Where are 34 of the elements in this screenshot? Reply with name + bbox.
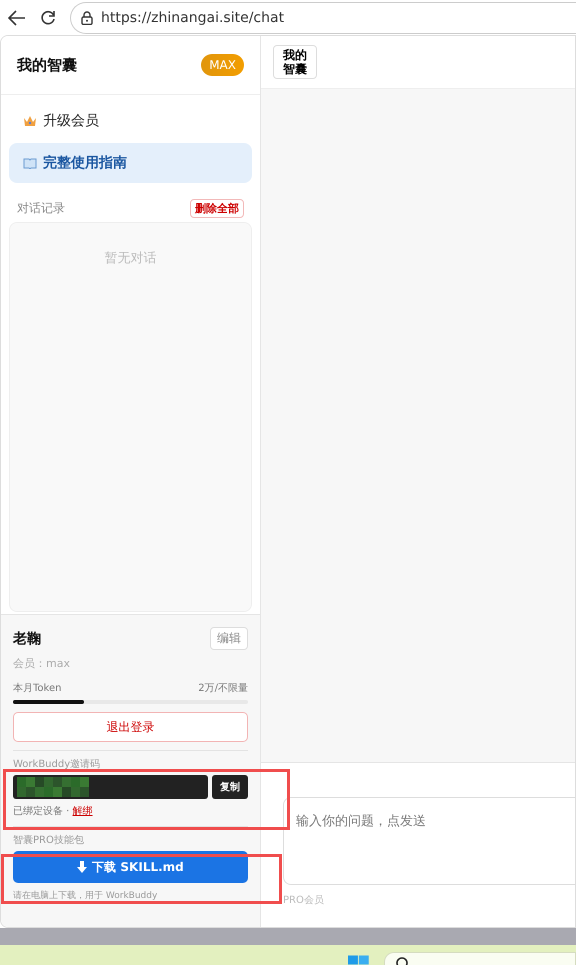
copy-button[interactable]: 复制 [212, 775, 248, 799]
back-icon[interactable] [8, 10, 26, 26]
download-button[interactable]: 下载 SKILL.md [13, 851, 248, 883]
plan-badge: MAX [201, 54, 244, 76]
section-title: WorkBuddy邀请码 [13, 758, 102, 771]
reload-icon[interactable] [40, 10, 56, 26]
lock-icon [81, 10, 93, 24]
empty-text: 暂无对话 [104, 250, 156, 265]
delete-all-button[interactable]: 删除全部 [190, 199, 244, 218]
invite-code-field[interactable] [13, 775, 208, 799]
menu-item[interactable]: 完整使用指南 [9, 143, 252, 183]
question-input[interactable]: 输入你的问题，点发送 [283, 797, 575, 885]
unbind-link[interactable]: 解绑 [72, 806, 93, 817]
token-quota: 2万/不限量 [198, 682, 248, 695]
download-icon [77, 861, 88, 873]
download-note: 请在电脑上下载，用于 WorkBuddy [13, 890, 158, 902]
section-title: 对话记录 [17, 200, 65, 217]
token-label: 本月Token [13, 682, 62, 695]
address-bar[interactable]: https://zhinangai.site/chat [70, 2, 576, 34]
user-name: 老鞠 [13, 630, 41, 648]
crown-icon [23, 115, 37, 127]
search-icon [394, 956, 409, 965]
app-title: 我的智囊 [17, 56, 77, 74]
book-icon [23, 157, 37, 169]
agent-button[interactable]: 我的智囊 [273, 44, 317, 80]
bound-device-text: 已绑定设备 · 解绑 [13, 804, 94, 818]
windows-icon[interactable] [348, 955, 370, 965]
menu-item[interactable]: 升级会员 [9, 101, 252, 141]
section-title: 智囊PRO技能包 [13, 834, 85, 847]
edit-button[interactable]: 编辑 [210, 627, 248, 650]
footer-text: PRO会员 [283, 894, 325, 907]
membership-text: 会员：max [13, 656, 71, 671]
logout-button[interactable]: 退出登录 [13, 712, 248, 742]
search-field[interactable] [384, 952, 576, 965]
